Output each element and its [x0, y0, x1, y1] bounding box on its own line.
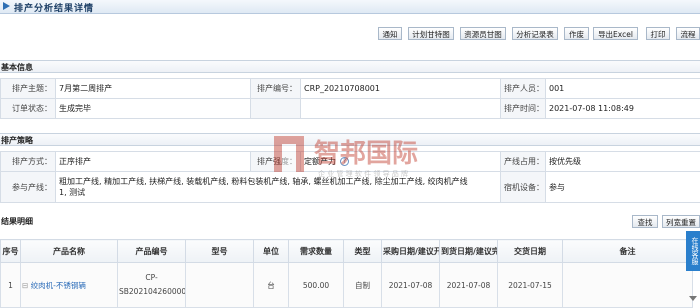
tree-node-icon: ⊟	[22, 281, 28, 290]
theme-label: 排产主题：	[1, 79, 56, 99]
strength-label: 排产强度：	[251, 152, 301, 172]
cell-arrival: 2021-07-08	[440, 263, 498, 308]
participate-lines: 粗加工产线, 精加工产线, 扶梯产线, 装载机产线, 粉料包装机产线, 轴承, …	[59, 176, 497, 187]
strategy-header: 排产策略	[0, 133, 700, 146]
strategy-title: 排产策略	[1, 135, 33, 146]
help-icon[interactable]: ?	[340, 157, 349, 166]
col-arrival[interactable]: 到货日期/建议完	[440, 240, 498, 263]
col-note[interactable]: 备注	[563, 240, 693, 263]
status-value: 生成完毕	[56, 99, 251, 119]
process-button[interactable]: 流程	[676, 27, 700, 40]
basic-info-title: 基本信息	[1, 62, 33, 73]
participate-label: 参与产线：	[1, 172, 56, 203]
cell-delivery: 2021-07-15	[498, 263, 563, 308]
number-value: CRP_20210708001	[301, 79, 501, 99]
toolbar: 通知 计划甘特图 资源员甘图 分析记录表 作废 导出Excel 打印 流程	[0, 27, 700, 41]
result-header: 结果明细	[0, 215, 700, 228]
basic-info-header: 基本信息	[0, 60, 700, 73]
method-value: 正序排产	[56, 152, 251, 172]
col-type[interactable]: 类型	[344, 240, 382, 263]
col-delivery[interactable]: 交货日期	[498, 240, 563, 263]
cell-index: 1	[1, 263, 21, 308]
table-header-row: 序号 产品名称 产品编号 型号 单位 需求数量 类型 采购日期/建议开 到货日期…	[1, 240, 693, 263]
col-unit[interactable]: 单位	[254, 240, 289, 263]
col-qty[interactable]: 需求数量	[289, 240, 344, 263]
line-occupy-value: 按优先级	[546, 152, 700, 172]
cell-purchase: 2021-07-08	[382, 263, 440, 308]
online-service-tab[interactable]: 在线客服	[686, 231, 700, 271]
equip-value: 参与	[546, 172, 700, 203]
cell-code-2: SB2021042600001	[119, 285, 184, 299]
strategy-table: 排产方式： 正序排产 排产强度： 定额产力? 产线占用： 按优先级 参与产线： …	[0, 151, 700, 203]
cell-name[interactable]: 绞肉机-不锈钢辆	[31, 281, 86, 290]
line-occupy-label: 产线占用：	[501, 152, 546, 172]
result-title: 结果明细	[1, 216, 33, 227]
page-title: 排产分析结果详情	[14, 1, 94, 14]
time-label: 排产时间：	[501, 99, 546, 119]
scroll-down-icon[interactable]	[689, 296, 697, 301]
time-value: 2021-07-08 11:08:49	[546, 99, 700, 119]
notify-button[interactable]: 通知	[378, 27, 402, 40]
arrow-icon	[3, 2, 10, 10]
search-button[interactable]: 查找	[632, 215, 658, 228]
analysis-record-button[interactable]: 分析记录表	[512, 27, 558, 40]
person-value: 001	[546, 79, 700, 99]
person-label: 排产人员：	[501, 79, 546, 99]
resource-gantt-button[interactable]: 资源员甘图	[460, 27, 506, 40]
cell-qty: 500.00	[289, 263, 344, 308]
reset-width-button[interactable]: 列宽重置	[662, 215, 700, 228]
cell-type: 自制	[344, 263, 382, 308]
col-model[interactable]: 型号	[186, 240, 254, 263]
col-name[interactable]: 产品名称	[21, 240, 118, 263]
cell-model	[186, 263, 254, 308]
col-index[interactable]: 序号	[1, 240, 21, 263]
export-excel-button[interactable]: 导出Excel	[593, 27, 638, 40]
equip-label: 宿机设备：	[501, 172, 546, 203]
print-button[interactable]: 打印	[646, 27, 670, 40]
number-label: 排产编号：	[251, 79, 301, 99]
strength-value: 定额产力	[304, 157, 336, 166]
participate-lines-2: 1, 测试	[59, 187, 497, 198]
theme-value: 7月第二周排产	[56, 79, 251, 99]
void-button[interactable]: 作废	[564, 27, 589, 40]
page-title-bar: 排产分析结果详情	[0, 0, 700, 14]
method-label: 排产方式：	[1, 152, 56, 172]
col-code[interactable]: 产品编号	[118, 240, 186, 263]
cell-code-1: CP-	[119, 271, 184, 285]
status-label: 订单状态：	[1, 99, 56, 119]
plan-gantt-button[interactable]: 计划甘特图	[408, 27, 454, 40]
basic-info-table: 排产主题： 7月第二周排产 排产编号： CRP_20210708001 排产人员…	[0, 78, 700, 119]
cell-unit: 台	[254, 263, 289, 308]
result-table: 序号 产品名称 产品编号 型号 单位 需求数量 类型 采购日期/建议开 到货日期…	[0, 239, 693, 308]
col-purchase[interactable]: 采购日期/建议开	[382, 240, 440, 263]
table-row: 1 ⊟ 绞肉机-不锈钢辆 CP- SB2021042600001 台 500.0…	[1, 263, 693, 308]
cell-note	[563, 263, 693, 308]
